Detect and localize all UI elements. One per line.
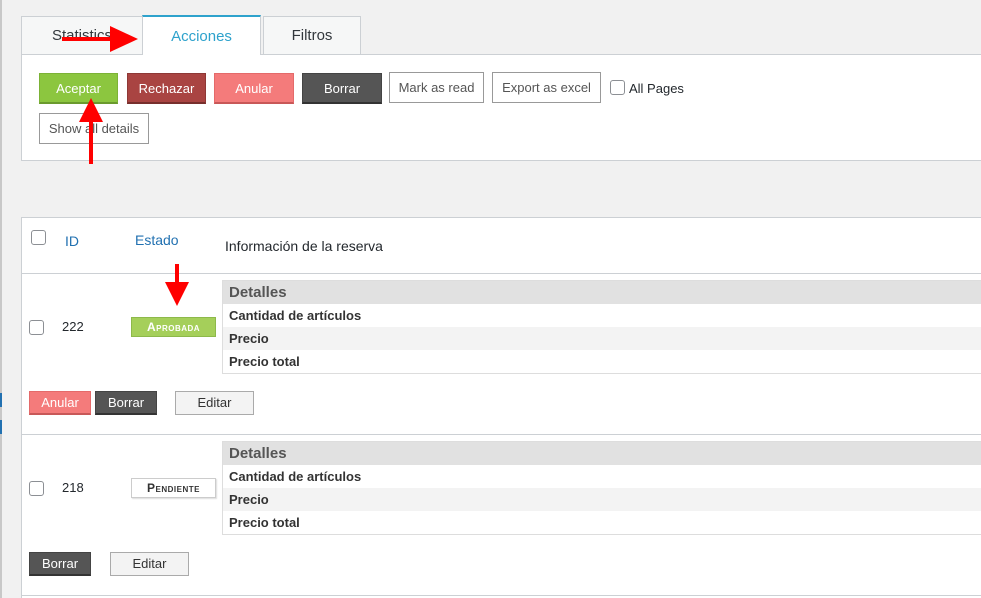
borrar-button[interactable]: Borrar [302, 73, 382, 104]
details-field: Precio [223, 327, 981, 350]
details-field: Cantidad de artículos [229, 469, 362, 484]
rechazar-button[interactable]: Rechazar [127, 73, 206, 104]
row-borrar-button[interactable]: Borrar [29, 552, 91, 576]
edge-marker [0, 420, 2, 434]
details-box: Detalles Cantidad de artículos Precio Pr… [222, 441, 981, 535]
status-badge: Aprobada [131, 317, 216, 337]
row-checkbox[interactable] [29, 481, 44, 496]
red-arrow-icon [79, 98, 103, 164]
status-badge: Pendiente [131, 478, 216, 498]
row-checkbox[interactable] [29, 320, 44, 335]
details-field: Precio [223, 488, 981, 511]
column-header-estado[interactable]: Estado [135, 232, 179, 248]
select-all-checkbox[interactable] [31, 230, 46, 245]
details-box: Detalles Cantidad de artículos Precio Pr… [222, 280, 981, 374]
row-divider [22, 595, 981, 596]
red-arrow-icon [165, 264, 189, 306]
tab-filtros-label: Filtros [291, 27, 333, 44]
tab-filtros[interactable]: Filtros [263, 16, 361, 55]
tab-acciones[interactable]: Acciones [142, 15, 261, 55]
actions-panel: Aceptar Rechazar Anular Borrar Mark as r… [21, 54, 981, 161]
row-editar-button[interactable]: Editar [175, 391, 254, 415]
column-header-info: Información de la reserva [225, 238, 383, 254]
details-field: Cantidad de artículos [229, 308, 362, 323]
anular-button[interactable]: Anular [214, 73, 294, 104]
red-arrow-icon [62, 26, 138, 52]
row-borrar-button[interactable]: Borrar [95, 391, 157, 415]
row-id: 222 [62, 319, 84, 334]
mark-as-read-button[interactable]: Mark as read [389, 72, 484, 103]
all-pages-checkbox[interactable] [610, 80, 625, 95]
row-divider [22, 434, 981, 435]
details-title: Detalles [223, 281, 981, 304]
row-editar-button[interactable]: Editar [110, 552, 189, 576]
row-id: 218 [62, 480, 84, 495]
details-field: Precio total [229, 515, 300, 530]
tab-acciones-label: Acciones [171, 28, 232, 45]
row-anular-button[interactable]: Anular [29, 391, 91, 415]
edge-marker [0, 393, 2, 407]
details-title: Detalles [223, 442, 981, 465]
details-field: Precio total [229, 354, 300, 369]
export-excel-button[interactable]: Export as excel [492, 72, 601, 103]
column-header-id[interactable]: ID [65, 233, 79, 249]
all-pages-label: All Pages [629, 81, 684, 96]
left-window-edge [0, 0, 2, 598]
